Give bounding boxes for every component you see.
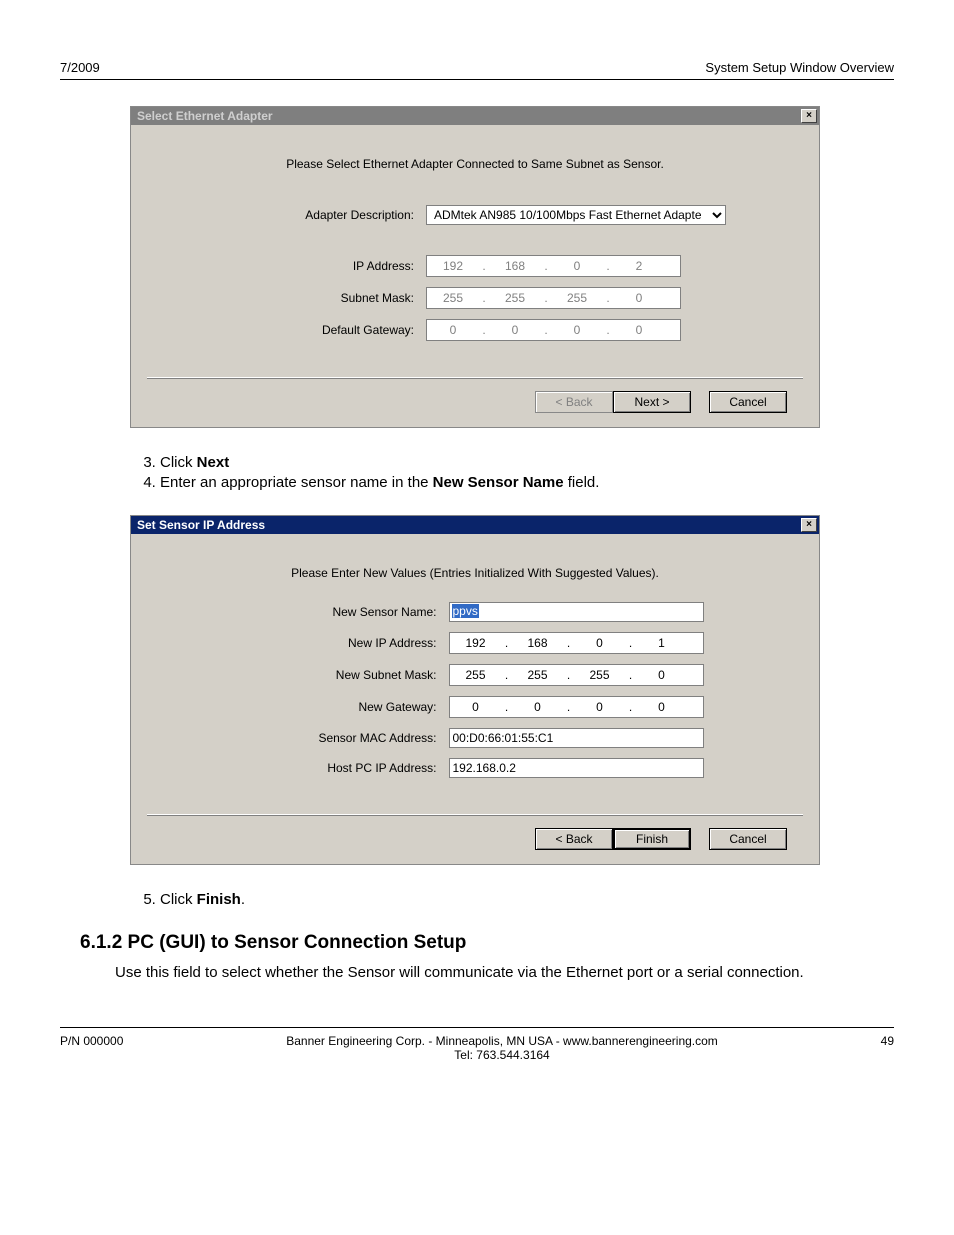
instruction-steps-b: Click Finish.: [120, 891, 894, 908]
step-5: Click Finish.: [160, 891, 894, 908]
page-footer: P/N 000000 Banner Engineering Corp. - Mi…: [60, 1027, 894, 1062]
new-sensor-name-label: New Sensor Name:: [242, 598, 442, 626]
new-sensor-name-field[interactable]: ppvs: [449, 602, 704, 622]
dialog1-title: Select Ethernet Adapter: [137, 109, 273, 123]
gw-octet-3: [551, 321, 603, 339]
sm-octet-3: [551, 289, 603, 307]
close-icon[interactable]: ×: [801, 109, 817, 123]
next-button[interactable]: Next >: [613, 391, 691, 413]
footer-company: Banner Engineering Corp. - Minneapolis, …: [286, 1034, 718, 1048]
section-heading: 6.1.2 PC (GUI) to Sensor Connection Setu…: [80, 932, 894, 954]
nsm-octet-3[interactable]: [574, 666, 626, 684]
nip-octet-2[interactable]: [512, 634, 564, 652]
close-icon[interactable]: ×: [801, 518, 817, 532]
new-gateway-field[interactable]: . . .: [449, 696, 704, 718]
set-sensor-ip-dialog: Set Sensor IP Address × Please Enter New…: [130, 515, 820, 865]
dialog2-title: Set Sensor IP Address: [137, 518, 265, 532]
ip-octet-4: [613, 257, 665, 275]
ngw-octet-3[interactable]: [574, 698, 626, 716]
nsm-octet-4[interactable]: [636, 666, 688, 684]
header-date: 7/2009: [60, 60, 100, 75]
footer-tel: Tel: 763.544.3164: [454, 1048, 549, 1062]
new-subnet-field[interactable]: . . .: [449, 664, 704, 686]
finish-button[interactable]: Finish: [613, 828, 691, 850]
default-gateway-label: Default Gateway:: [219, 315, 419, 345]
host-pc-ip-label: Host PC IP Address:: [242, 754, 442, 782]
section-body: Use this field to select whether the Sen…: [115, 964, 894, 981]
ngw-octet-2[interactable]: [512, 698, 564, 716]
adapter-description-select[interactable]: ADMtek AN985 10/100Mbps Fast Ethernet Ad…: [426, 205, 726, 225]
gw-octet-1: [427, 321, 479, 339]
default-gateway-field: . . .: [426, 319, 681, 341]
dialog1-prompt: Please Select Ethernet Adapter Connected…: [157, 157, 793, 171]
ip-address-field: . . .: [426, 255, 681, 277]
mac-address-label: Sensor MAC Address:: [242, 724, 442, 752]
mac-address-field[interactable]: [449, 728, 704, 748]
dialog1-titlebar: Select Ethernet Adapter ×: [131, 107, 819, 125]
footer-page-number: 49: [881, 1034, 894, 1048]
sm-octet-4: [613, 289, 665, 307]
ngw-octet-1[interactable]: [450, 698, 502, 716]
nsm-octet-1[interactable]: [450, 666, 502, 684]
ip-octet-1: [427, 257, 479, 275]
cancel-button[interactable]: Cancel: [709, 828, 787, 850]
dialog2-prompt: Please Enter New Values (Entries Initial…: [157, 566, 793, 580]
sm-octet-2: [489, 289, 541, 307]
back-button[interactable]: < Back: [535, 828, 613, 850]
gw-octet-2: [489, 321, 541, 339]
subnet-mask-field: . . .: [426, 287, 681, 309]
select-ethernet-adapter-dialog: Select Ethernet Adapter × Please Select …: [130, 106, 820, 428]
new-ip-field[interactable]: . . .: [449, 632, 704, 654]
nip-octet-1[interactable]: [450, 634, 502, 652]
nip-octet-3[interactable]: [574, 634, 626, 652]
nsm-octet-2[interactable]: [512, 666, 564, 684]
new-subnet-label: New Subnet Mask:: [242, 660, 442, 690]
header-section: System Setup Window Overview: [705, 60, 894, 75]
dialog-separator: [147, 814, 803, 816]
ngw-octet-4[interactable]: [636, 698, 688, 716]
back-button: < Back: [535, 391, 613, 413]
footer-pn: P/N 000000: [60, 1034, 123, 1048]
dialog2-titlebar: Set Sensor IP Address ×: [131, 516, 819, 534]
adapter-description-label: Adapter Description:: [219, 201, 419, 229]
ip-octet-2: [489, 257, 541, 275]
host-pc-ip-field[interactable]: [449, 758, 704, 778]
step-4: Enter an appropriate sensor name in the …: [160, 474, 894, 491]
page-header: 7/2009 System Setup Window Overview: [60, 50, 894, 80]
gw-octet-4: [613, 321, 665, 339]
instruction-steps-a: Click Next Enter an appropriate sensor n…: [120, 454, 894, 491]
subnet-mask-label: Subnet Mask:: [219, 283, 419, 313]
new-gateway-label: New Gateway:: [242, 692, 442, 722]
sm-octet-1: [427, 289, 479, 307]
cancel-button[interactable]: Cancel: [709, 391, 787, 413]
ip-octet-3: [551, 257, 603, 275]
nip-octet-4[interactable]: [636, 634, 688, 652]
ip-address-label: IP Address:: [219, 251, 419, 281]
step-3: Click Next: [160, 454, 894, 471]
new-ip-label: New IP Address:: [242, 628, 442, 658]
dialog-separator: [147, 377, 803, 379]
